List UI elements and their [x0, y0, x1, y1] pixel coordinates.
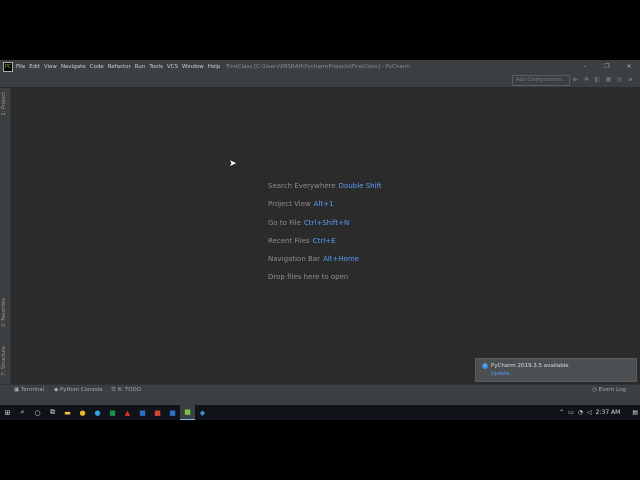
maximize-button[interactable]: ❐ — [596, 60, 618, 73]
volume-icon[interactable]: ◁ — [587, 409, 592, 416]
menu-vcs[interactable]: VCS — [167, 64, 178, 70]
python-taskbar-icon[interactable]: ◆ — [195, 405, 210, 420]
powerpoint-icon[interactable]: ■ — [150, 405, 165, 420]
mouse-cursor-icon: ➤ — [229, 159, 237, 169]
favorites-tab[interactable]: 2: Favorites — [1, 298, 7, 327]
hint-go-to-file: Go to File Ctrl+Shift+N — [268, 218, 350, 227]
menu-tools[interactable]: Tools — [149, 64, 163, 70]
excel-icon[interactable]: ■ — [105, 405, 120, 420]
notification-title: PyCharm 2019.3.5 available — [491, 363, 569, 369]
menu-window[interactable]: Window — [182, 64, 204, 70]
structure-icon[interactable]: ▤ — [614, 75, 625, 85]
hint-project-view: Project View Alt+1 — [268, 200, 334, 209]
hint-search-everywhere: Search Everywhere Double Shift — [268, 182, 382, 190]
coverage-icon[interactable]: ◧ — [592, 75, 603, 85]
tray-chevron-icon[interactable]: ⌃ — [559, 409, 564, 416]
menu-code[interactable]: Code — [90, 64, 104, 70]
word-icon[interactable]: ■ — [135, 405, 150, 420]
debug-icon[interactable]: ✱ — [581, 75, 592, 85]
action-center-icon[interactable]: ▤ — [632, 409, 638, 416]
hint-navigation-bar: Navigation Bar Alt+Home — [268, 255, 359, 264]
hint-recent-files: Recent Files Ctrl+E — [268, 236, 336, 245]
info-icon: i — [482, 363, 488, 369]
project-tab[interactable]: 1: Project — [1, 92, 7, 116]
todo-tab[interactable]: ☰ 6: TODO — [111, 387, 141, 393]
windows-taskbar: ⊞ ⌕ ○ ⧉ ▬ ● ● ■ ▲ ■ ■ ■ ■ ◆ ⌃ ▭ ◔ ◁ 2:37… — [0, 405, 640, 420]
terminal-icon: ▣ — [14, 387, 20, 393]
menu-edit[interactable]: Edit — [29, 64, 40, 70]
minimize-button[interactable]: – — [574, 60, 596, 73]
menu-bar: File Edit View Navigate Code Refactor Ru… — [16, 64, 224, 70]
start-button[interactable]: ⊞ — [0, 405, 15, 420]
terminal-label: Terminal — [20, 387, 45, 393]
search-icon[interactable]: ⌕ — [625, 75, 636, 85]
python-console-label: Python Console — [59, 387, 103, 393]
pycharm-logo-icon: PC — [3, 61, 13, 72]
welcome-hints: Search Everywhere Double Shift Project Vi… — [268, 181, 382, 291]
network-icon[interactable]: ◔ — [578, 409, 583, 416]
menu-refactor[interactable]: Refactor — [108, 64, 131, 70]
window-controls: – ❐ ✕ — [574, 60, 640, 73]
search-icon[interactable]: ⌕ — [15, 405, 30, 420]
menu-run[interactable]: Run — [135, 64, 146, 70]
system-tray: ⌃ ▭ ◔ ◁ 2:37 AM ▤ — [557, 405, 640, 420]
window-title: FirstClass [C:\Users\MISBAH\PycharmProje… — [226, 63, 411, 70]
close-button[interactable]: ✕ — [618, 60, 640, 73]
left-tool-strip: 1: Project 2: Favorites 7: Structure — [0, 88, 11, 384]
python-console-tab[interactable]: ◆ Python Console — [54, 387, 103, 393]
menu-help[interactable]: Help — [208, 64, 221, 70]
menu-navigate[interactable]: Navigate — [61, 64, 86, 70]
file-explorer-icon[interactable]: ▬ — [60, 405, 75, 420]
todo-label: 6: TODO — [117, 387, 142, 393]
task-view-icon[interactable]: ⧉ — [45, 405, 60, 420]
acrobat-icon[interactable]: ▲ — [120, 405, 135, 420]
event-log-icon: ◷ — [592, 387, 597, 393]
skype-icon[interactable]: ● — [90, 405, 105, 420]
title-bar: PC File Edit View Navigate Code Refactor… — [0, 60, 640, 73]
update-notification[interactable]: i PyCharm 2019.3.5 available Update... — [475, 358, 637, 382]
run-icon[interactable]: ▶ — [570, 75, 581, 85]
event-log-tab[interactable]: ◷ Event Log — [592, 387, 626, 393]
todo-icon: ☰ — [111, 387, 116, 393]
stop-icon[interactable]: ■ — [603, 75, 614, 85]
toolbar-icons: ▶ ✱ ◧ ■ ▤ ⌕ — [570, 75, 636, 85]
pycharm-taskbar-icon[interactable]: ■ — [180, 405, 195, 420]
event-log-label: Event Log — [598, 387, 626, 393]
add-configuration-button[interactable]: Add Configuration... — [512, 75, 570, 86]
terminal-tab[interactable]: ▣ Terminal — [14, 387, 44, 393]
main-toolbar: Add Configuration... ▶ ✱ ◧ ■ ▤ ⌕ — [0, 73, 640, 88]
status-bar — [0, 397, 640, 405]
python-icon: ◆ — [54, 387, 59, 393]
cortana-icon[interactable]: ○ — [30, 405, 45, 420]
store-icon[interactable]: ■ — [165, 405, 180, 420]
hint-drop-files: Drop files here to open — [268, 273, 349, 282]
chrome-icon[interactable]: ● — [75, 405, 90, 420]
update-link[interactable]: Update... — [491, 371, 514, 377]
editor-area[interactable]: Search Everywhere Double Shift Project Vi… — [11, 88, 640, 384]
battery-icon[interactable]: ▭ — [568, 409, 574, 416]
structure-tab[interactable]: 7: Structure — [1, 346, 7, 376]
bottom-tool-bar: ▣ Terminal ◆ Python Console ☰ 6: TODO ◷ … — [0, 384, 640, 398]
menu-view[interactable]: View — [44, 64, 57, 70]
menu-file[interactable]: File — [16, 64, 25, 70]
clock[interactable]: 2:37 AM — [596, 409, 621, 416]
pycharm-screen: PC File Edit View Navigate Code Refactor… — [0, 60, 640, 420]
